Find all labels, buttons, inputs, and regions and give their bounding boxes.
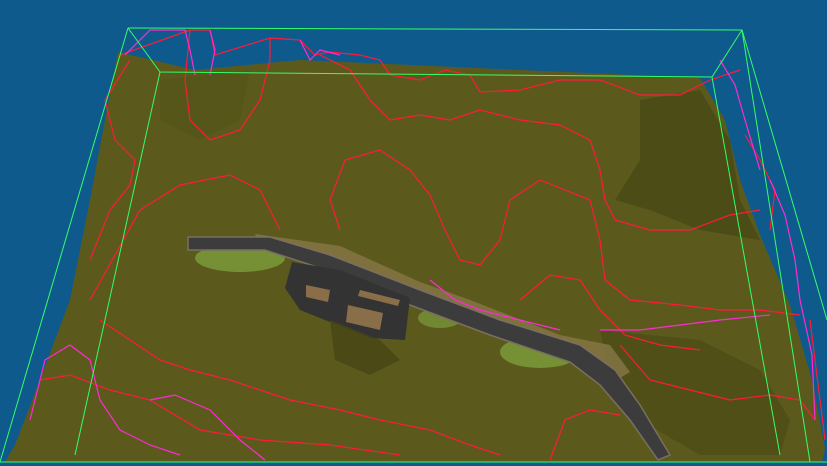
3d-viewport[interactable]	[0, 0, 827, 466]
terrain-scene[interactable]	[0, 0, 827, 466]
